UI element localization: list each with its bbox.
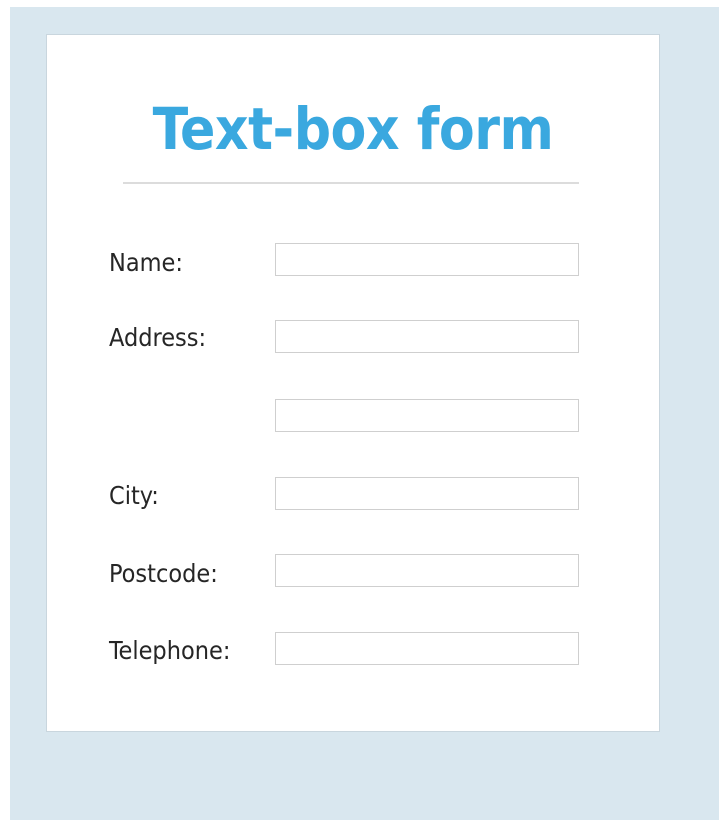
telephone-input[interactable] xyxy=(275,632,579,665)
address-line1-input[interactable] xyxy=(275,320,579,353)
telephone-label: Telephone: xyxy=(109,636,231,665)
address-label: Address: xyxy=(109,323,207,352)
name-label: Name: xyxy=(109,248,183,277)
form-title: Text-box form xyxy=(152,95,554,163)
postcode-label: Postcode: xyxy=(109,559,218,588)
address-line2-input[interactable] xyxy=(275,399,579,432)
city-label: City: xyxy=(109,481,159,510)
city-input[interactable] xyxy=(275,477,579,510)
name-input[interactable] xyxy=(275,243,579,276)
title-divider xyxy=(123,182,579,184)
postcode-input[interactable] xyxy=(275,554,579,587)
